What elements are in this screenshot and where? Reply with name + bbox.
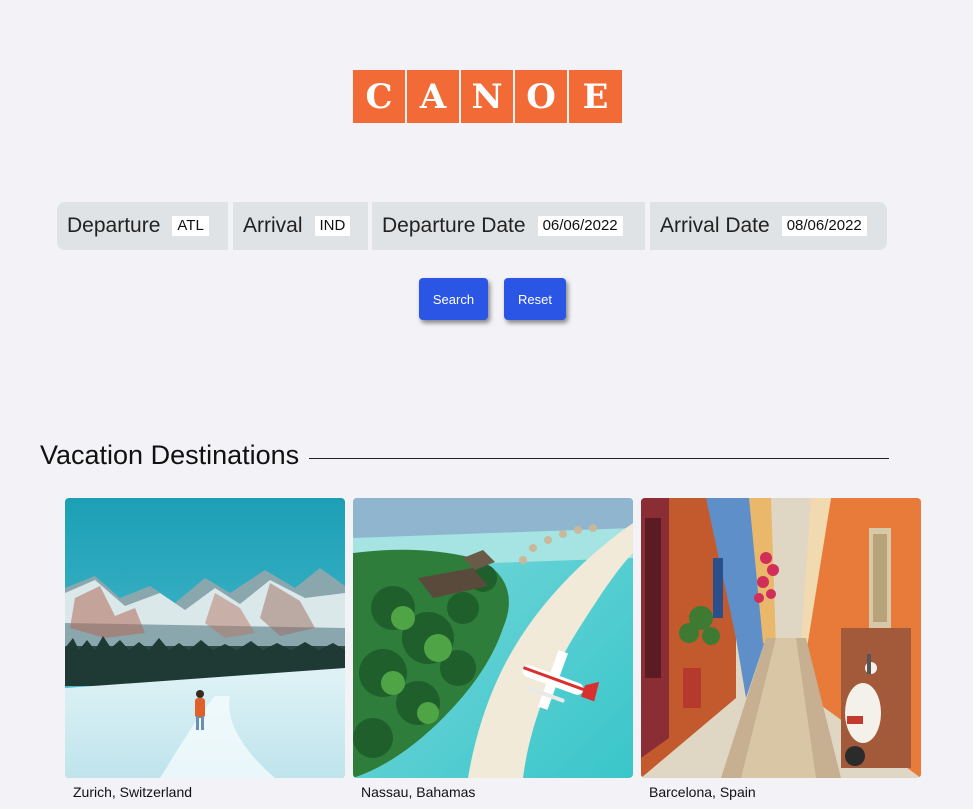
logo-letter: O: [515, 70, 567, 123]
destination-card-nassau[interactable]: Nassau, Bahamas: [353, 498, 633, 800]
departure-field: Departure ATL: [57, 202, 228, 250]
destination-card-barcelona[interactable]: Barcelona, Spain: [641, 498, 921, 800]
arrival-date-label: Arrival Date: [660, 214, 770, 237]
destination-caption: Nassau, Bahamas: [361, 784, 476, 800]
logo-letter: E: [569, 70, 622, 123]
arrival-date-field: Arrival Date 08/06/2022: [650, 202, 887, 250]
departure-input[interactable]: ATL: [172, 216, 209, 236]
destination-card-zurich[interactable]: Zurich, Switzerland: [65, 498, 345, 800]
canoe-logo[interactable]: C A N O E: [353, 70, 622, 123]
arrival-input[interactable]: IND: [314, 216, 351, 236]
departure-date-input[interactable]: 06/06/2022: [537, 216, 623, 236]
destination-caption: Zurich, Switzerland: [73, 784, 193, 800]
search-button[interactable]: Search: [419, 278, 488, 320]
departure-date-field: Departure Date 06/06/2022: [372, 202, 645, 250]
departure-label: Departure: [67, 214, 161, 237]
snowy-mountain-photo[interactable]: [65, 498, 345, 778]
arrival-label: Arrival: [243, 214, 303, 237]
section-divider: [309, 458, 889, 459]
reset-button[interactable]: Reset: [504, 278, 566, 320]
arrival-field: Arrival IND: [233, 202, 368, 250]
logo-letter: C: [353, 70, 405, 123]
tropical-island-seaplane-photo[interactable]: [353, 498, 633, 778]
destination-caption: Barcelona, Spain: [649, 784, 756, 800]
logo-letter: N: [461, 70, 513, 123]
section-title: Vacation Destinations: [40, 440, 300, 470]
colorful-alley-scooter-photo[interactable]: [641, 498, 921, 778]
arrival-date-input[interactable]: 08/06/2022: [781, 216, 867, 236]
logo-letter: A: [407, 70, 459, 123]
departure-date-label: Departure Date: [382, 214, 526, 237]
